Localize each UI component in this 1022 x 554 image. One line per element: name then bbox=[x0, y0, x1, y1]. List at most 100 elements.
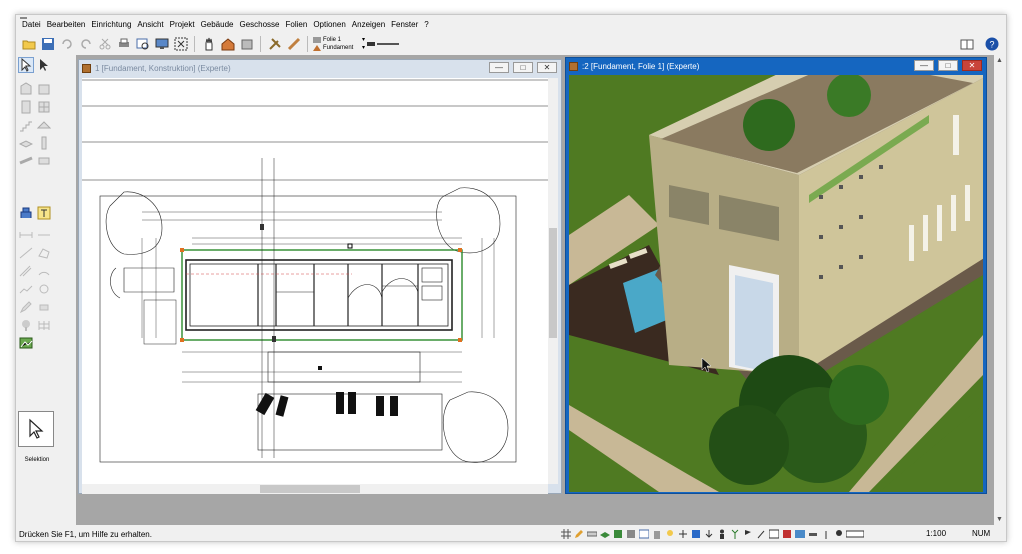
help-icon[interactable]: ? bbox=[983, 35, 1000, 52]
flag-icon[interactable] bbox=[742, 528, 753, 539]
house-3d-icon[interactable] bbox=[219, 36, 236, 53]
pen-width-icon[interactable] bbox=[367, 36, 401, 53]
door-tool-icon[interactable] bbox=[18, 99, 34, 115]
measure-icon[interactable] bbox=[846, 528, 864, 539]
tools-icon[interactable] bbox=[266, 36, 283, 53]
pencil-icon[interactable] bbox=[573, 528, 584, 539]
maximize-button[interactable]: □ bbox=[938, 60, 958, 71]
menu-ansicht[interactable]: Ansicht bbox=[134, 20, 166, 29]
cut-icon[interactable] bbox=[96, 36, 113, 53]
menu-folien[interactable]: Folien bbox=[283, 20, 311, 29]
red-object-icon[interactable] bbox=[781, 528, 792, 539]
hand-icon[interactable] bbox=[200, 36, 217, 53]
terrain-tool-icon[interactable] bbox=[18, 281, 34, 297]
label-tool-icon[interactable] bbox=[36, 227, 52, 243]
minimize-button[interactable]: — bbox=[914, 60, 934, 71]
plan-vscroll-thumb[interactable] bbox=[549, 228, 557, 338]
window-tool-icon[interactable] bbox=[36, 99, 52, 115]
floor-select[interactable]: Fundament ▾ bbox=[313, 44, 365, 52]
floor-green-icon[interactable] bbox=[612, 528, 623, 539]
layer-green-icon[interactable] bbox=[599, 528, 610, 539]
floor-plan-canvas[interactable] bbox=[82, 78, 548, 484]
save-icon[interactable] bbox=[39, 36, 56, 53]
selection-mode-box[interactable] bbox=[18, 411, 54, 447]
select-all-tool-icon[interactable] bbox=[36, 57, 52, 73]
menu-optionen[interactable]: Optionen bbox=[310, 20, 348, 29]
menu-datei[interactable]: Datei bbox=[19, 20, 44, 29]
down-arrow-icon[interactable] bbox=[703, 528, 714, 539]
close-button[interactable]: ✕ bbox=[537, 62, 557, 73]
zoom-window-icon[interactable] bbox=[172, 36, 189, 53]
person-icon[interactable] bbox=[716, 528, 727, 539]
scroll-up-icon[interactable]: ▲ bbox=[996, 57, 1003, 64]
scroll-down-icon[interactable]: ▼ bbox=[996, 516, 1003, 523]
screen-icon[interactable] bbox=[153, 36, 170, 53]
polygon-tool-icon[interactable] bbox=[36, 245, 52, 261]
open-folder-icon[interactable] bbox=[20, 36, 37, 53]
measure-icon[interactable] bbox=[285, 36, 302, 53]
text-tool-icon[interactable] bbox=[36, 205, 52, 221]
menu-bearbeiten[interactable]: Bearbeiten bbox=[44, 20, 89, 29]
plan-horizontal-scrollbar[interactable] bbox=[82, 484, 548, 494]
maximize-button[interactable]: □ bbox=[513, 62, 533, 73]
plan-window[interactable]: 1 [Fundament, Konstruktion] (Experte) — … bbox=[78, 59, 562, 494]
plan-hscroll-thumb[interactable] bbox=[260, 485, 360, 493]
floor-icon[interactable] bbox=[625, 528, 636, 539]
landscape-icon[interactable] bbox=[794, 528, 805, 539]
symbol-tool-icon[interactable] bbox=[36, 281, 52, 297]
3d-viewport[interactable] bbox=[569, 75, 983, 492]
print-icon[interactable] bbox=[115, 36, 132, 53]
redo-icon[interactable] bbox=[77, 36, 94, 53]
lamp-icon[interactable] bbox=[664, 528, 675, 539]
menu-help[interactable]: ? bbox=[421, 20, 431, 29]
plan-vertical-scrollbar[interactable] bbox=[548, 78, 558, 484]
menu-anzeigen[interactable]: Anzeigen bbox=[349, 20, 388, 29]
roof-tool-icon[interactable] bbox=[36, 117, 52, 133]
undo-icon[interactable] bbox=[58, 36, 75, 53]
column-tool-icon[interactable] bbox=[36, 135, 52, 151]
layer-select[interactable]: Folie 1 ▾ bbox=[313, 36, 365, 44]
dimension-tool-icon[interactable] bbox=[18, 227, 34, 243]
shovel-icon[interactable] bbox=[755, 528, 766, 539]
menu-fenster[interactable]: Fenster bbox=[388, 20, 421, 29]
view-3d-window[interactable]: :2 [Fundament, Folie 1] (Experte) — □ ✕ bbox=[565, 57, 987, 494]
main-vertical-scrollbar[interactable]: ▲ ▼ bbox=[994, 55, 1006, 525]
menu-geschosse[interactable]: Geschosse bbox=[236, 20, 282, 29]
menu-projekt[interactable]: Projekt bbox=[167, 20, 198, 29]
line-tool-icon[interactable] bbox=[18, 245, 34, 261]
menu-einrichtung[interactable]: Einrichtung bbox=[88, 20, 134, 29]
tree-icon[interactable] bbox=[833, 528, 844, 539]
layer-floor-selector[interactable]: Folie 1 ▾ Fundament ▾ bbox=[313, 36, 365, 52]
pointer-tool-icon[interactable] bbox=[18, 57, 34, 73]
lamp-post-icon[interactable] bbox=[820, 528, 831, 539]
beam-tool-icon[interactable] bbox=[18, 153, 34, 169]
stairs-tool-icon[interactable] bbox=[18, 117, 34, 133]
arc-tool-icon[interactable] bbox=[36, 263, 52, 279]
opening-tool-icon[interactable] bbox=[36, 153, 52, 169]
eraser-tool-icon[interactable] bbox=[36, 299, 52, 315]
book-icon[interactable] bbox=[958, 35, 975, 52]
menu-gebaeude[interactable]: Gebäude bbox=[198, 20, 237, 29]
blue-square-icon[interactable] bbox=[690, 528, 701, 539]
print-preview-icon[interactable] bbox=[134, 36, 151, 53]
plant-tool-icon[interactable] bbox=[18, 317, 34, 333]
trash-icon[interactable] bbox=[651, 528, 662, 539]
hatch-tool-icon[interactable] bbox=[18, 263, 34, 279]
camera-icon[interactable] bbox=[238, 36, 255, 53]
minimize-button[interactable]: — bbox=[489, 62, 509, 73]
room-tool-icon[interactable] bbox=[36, 81, 52, 97]
arrows-icon[interactable] bbox=[677, 528, 688, 539]
ruler-icon[interactable] bbox=[586, 528, 597, 539]
wall-tool-icon[interactable] bbox=[18, 81, 34, 97]
plant-icon[interactable] bbox=[729, 528, 740, 539]
picture-icon[interactable] bbox=[768, 528, 779, 539]
landscape-tool-icon[interactable] bbox=[18, 335, 34, 351]
pencil-tool-icon[interactable] bbox=[18, 299, 34, 315]
furniture-tool-icon[interactable] bbox=[18, 205, 34, 221]
table-icon[interactable] bbox=[638, 528, 649, 539]
fence-tool-icon[interactable] bbox=[36, 317, 52, 333]
slab-tool-icon[interactable] bbox=[18, 135, 34, 151]
grid-icon[interactable] bbox=[560, 528, 571, 539]
car-icon[interactable] bbox=[807, 528, 818, 539]
close-button[interactable]: ✕ bbox=[962, 60, 982, 71]
